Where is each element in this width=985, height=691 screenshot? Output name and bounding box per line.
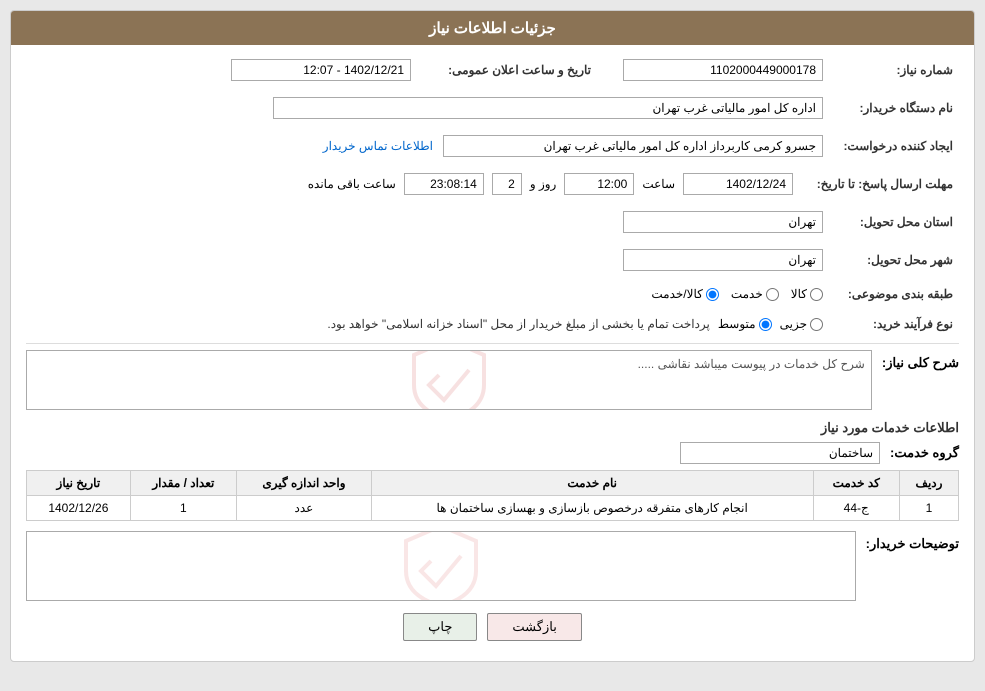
category-kala-radio[interactable] <box>810 288 823 301</box>
city-label: شهر محل تحویل: <box>829 245 959 275</box>
process-jozyi-label[interactable]: جزیی <box>780 317 823 331</box>
buyer-desc-box <box>26 531 856 601</box>
order-number-label: شماره نیاز: <box>829 55 959 85</box>
category-khedmat-label[interactable]: خدمت <box>731 287 779 301</box>
category-kala-khedmat-radio[interactable] <box>706 288 719 301</box>
announce-date-input[interactable] <box>231 59 411 81</box>
cell-row_num: 1 <box>899 496 958 521</box>
watermark-shield <box>409 351 489 409</box>
cell-quantity: 1 <box>130 496 236 521</box>
buyer-org-label: نام دستگاه خریدار: <box>829 93 959 123</box>
creator-input[interactable] <box>443 135 823 157</box>
response-time-label: ساعت <box>642 177 675 191</box>
category-kala-label[interactable]: کالا <box>791 287 823 301</box>
col-service-code: کد خدمت <box>813 471 899 496</box>
category-khedmat-radio[interactable] <box>766 288 779 301</box>
remaining-days-label: روز و <box>530 177 557 191</box>
services-section-title: اطلاعات خدمات مورد نیاز <box>26 420 959 436</box>
col-service-name: نام خدمت <box>371 471 813 496</box>
overall-desc-label: شرح کلی نیاز: <box>882 350 959 371</box>
overall-desc-box: شرح کل خدمات در پیوست میباشد نقاشی ..... <box>26 350 872 410</box>
col-row-num: ردیف <box>899 471 958 496</box>
process-motavasset-label[interactable]: متوسط <box>718 317 772 331</box>
process-jozyi-text: جزیی <box>780 317 807 331</box>
col-date: تاریخ نیاز <box>27 471 131 496</box>
category-label: طبقه بندی موضوعی: <box>829 283 959 305</box>
category-kala-khedmat-text: کالا/خدمت <box>651 287 702 301</box>
cell-unit: عدد <box>237 496 372 521</box>
page-header: جزئیات اطلاعات نیاز <box>11 11 974 45</box>
watermark-shield-2 <box>401 532 481 600</box>
service-group-input[interactable] <box>680 442 880 464</box>
remaining-days-input[interactable] <box>492 173 522 195</box>
cell-service_code: ج-44 <box>813 496 899 521</box>
process-motavasset-radio[interactable] <box>759 318 772 331</box>
buttons-row: بازگشت چاپ <box>26 613 959 651</box>
response-deadline-label: مهلت ارسال پاسخ: تا تاریخ: <box>799 169 959 199</box>
category-kala-text: کالا <box>791 287 807 301</box>
print-button[interactable]: چاپ <box>403 613 477 641</box>
remaining-suffix: ساعت باقی مانده <box>308 177 396 191</box>
response-time-input[interactable] <box>564 173 634 195</box>
page-title: جزئیات اطلاعات نیاز <box>429 20 556 37</box>
service-group-label: گروه خدمت: <box>890 445 959 461</box>
col-quantity: تعداد / مقدار <box>130 471 236 496</box>
back-button[interactable]: بازگشت <box>487 613 581 641</box>
buyer-org-input[interactable] <box>273 97 823 119</box>
table-row: 1ج-44انجام کارهای متفرقه درخصوص بازسازی … <box>27 496 959 521</box>
overall-desc-text: شرح کل خدمات در پیوست میباشد نقاشی ..... <box>638 357 865 371</box>
order-number-input[interactable] <box>623 59 823 81</box>
city-input[interactable] <box>623 249 823 271</box>
col-unit: واحد اندازه گیری <box>237 471 372 496</box>
process-jozyi-radio[interactable] <box>810 318 823 331</box>
cell-date: 1402/12/26 <box>27 496 131 521</box>
creator-label: ایجاد کننده درخواست: <box>829 131 959 161</box>
response-date-input[interactable] <box>683 173 793 195</box>
category-kala-khedmat-label[interactable]: کالا/خدمت <box>651 287 718 301</box>
services-table: ردیف کد خدمت نام خدمت واحد اندازه گیری ت… <box>26 470 959 521</box>
province-label: استان محل تحویل: <box>829 207 959 237</box>
province-input[interactable] <box>623 211 823 233</box>
process-note: پرداخت تمام یا بخشی از مبلغ خریدار از مح… <box>327 317 710 331</box>
process-motavasset-text: متوسط <box>718 317 756 331</box>
process-label: نوع فرآیند خرید: <box>829 313 959 335</box>
buyer-desc-label: توضیحات خریدار: <box>866 531 959 552</box>
cell-service_name: انجام کارهای متفرقه درخصوص بازسازی و بهس… <box>371 496 813 521</box>
category-khedmat-text: خدمت <box>731 287 763 301</box>
contact-link[interactable]: اطلاعات تماس خریدار <box>323 139 433 153</box>
announce-date-label: تاریخ و ساعت اعلان عمومی: <box>417 55 597 85</box>
remaining-time-input[interactable] <box>404 173 484 195</box>
